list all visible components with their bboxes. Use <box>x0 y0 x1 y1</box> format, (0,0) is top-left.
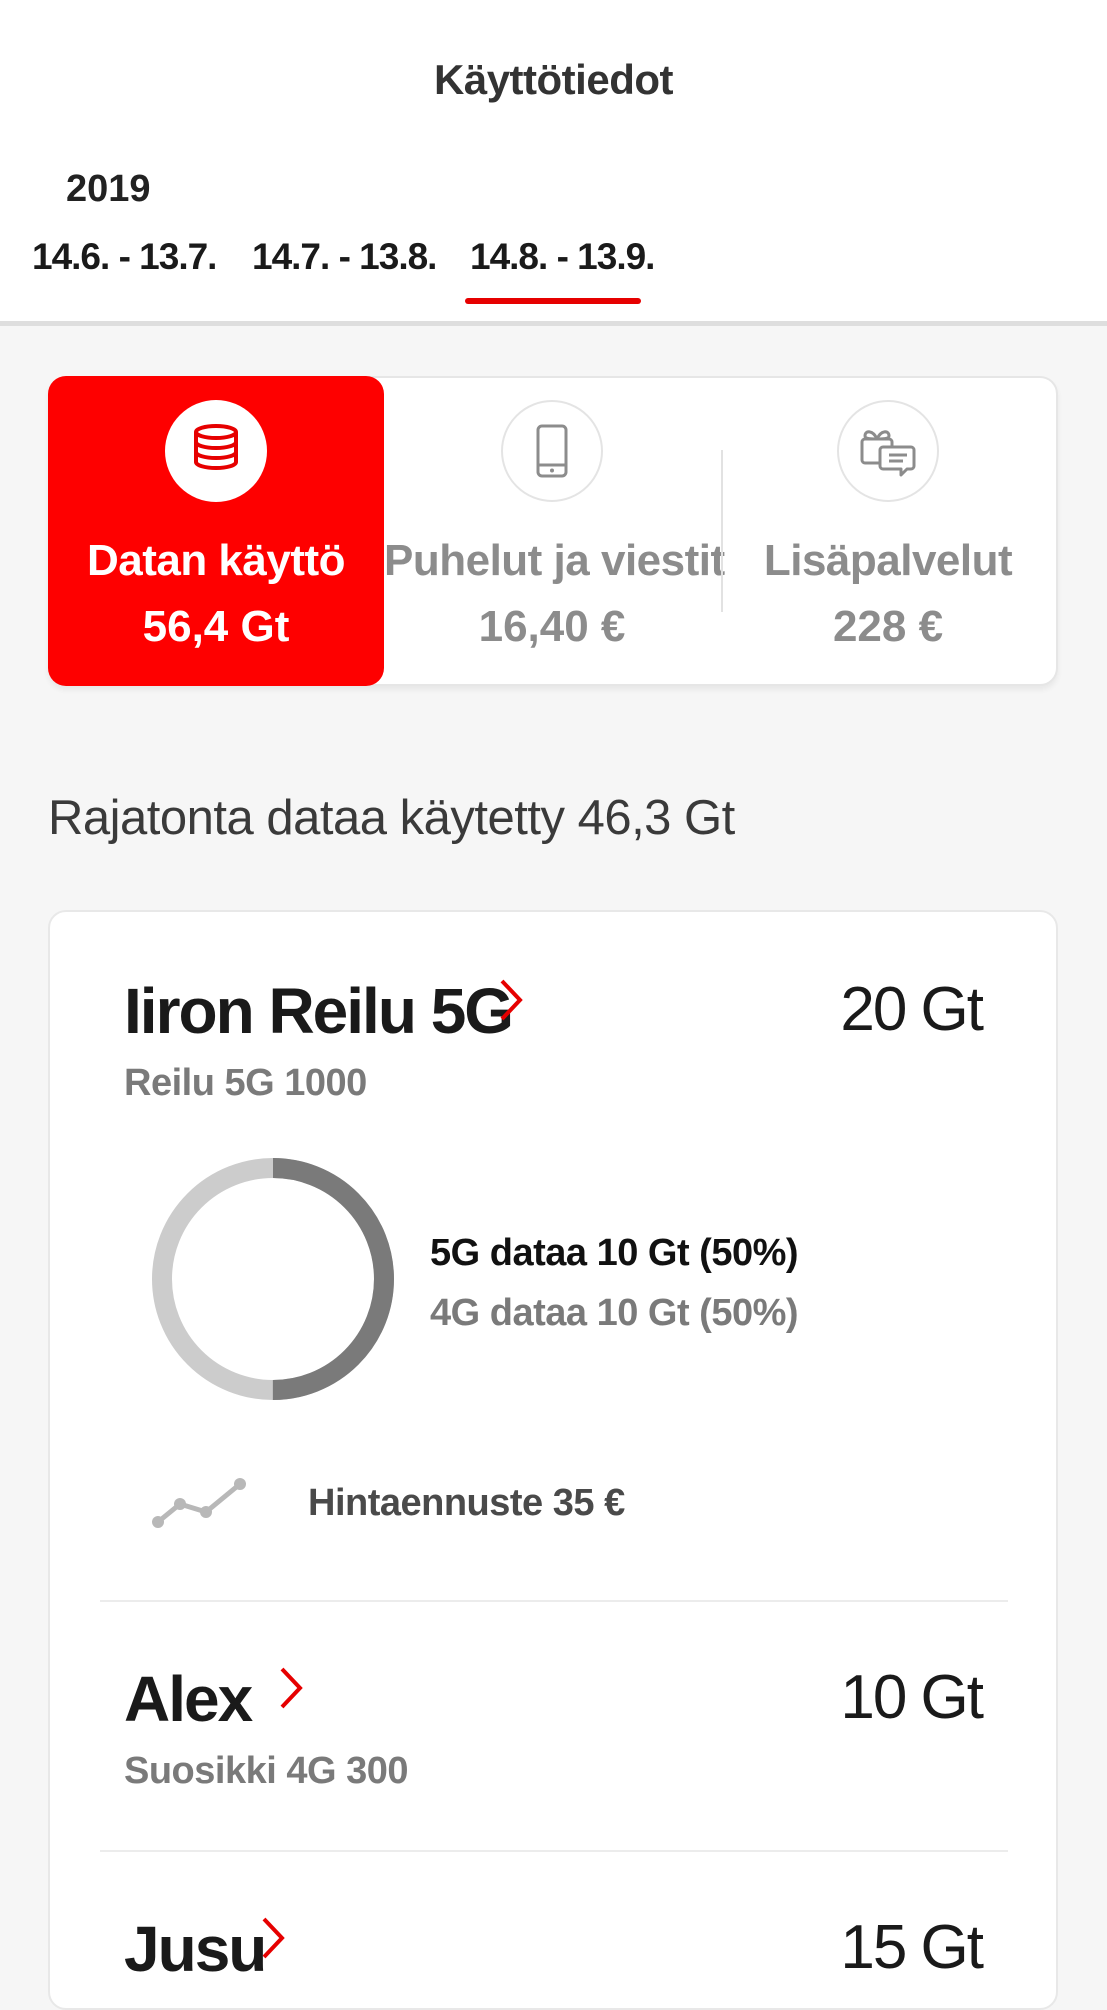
selected-tab-indicator <box>465 298 641 304</box>
category-label: Puhelut ja viestit <box>384 536 725 585</box>
gift-chat-icon <box>837 400 939 502</box>
subscription-name-link[interactable]: Jusu <box>124 1912 267 1986</box>
tab-period-jun-jul[interactable]: 14.6. - 13.7. <box>32 236 217 278</box>
phone-icon <box>501 400 603 502</box>
chevron-right-icon[interactable] <box>498 976 524 1036</box>
subscription-plan: Reilu 5G 1000 <box>124 1062 367 1104</box>
category-extra-services[interactable]: Lisäpalvelut 228 € <box>720 376 1056 686</box>
subscription-name-link[interactable]: Alex <box>124 1662 253 1736</box>
category-value: 16,40 € <box>478 602 626 651</box>
page-title: Käyttötiedot <box>434 56 674 103</box>
chevron-right-icon[interactable] <box>278 1664 304 1724</box>
database-icon <box>165 400 267 502</box>
chevron-right-icon[interactable] <box>260 1914 286 1974</box>
app-header: Käyttötiedot 2019 14.6. - 13.7. 14.7. - … <box>0 0 1107 326</box>
category-label: Lisäpalvelut <box>763 536 1013 585</box>
row-divider <box>100 1600 1008 1602</box>
data-split-donut <box>152 1158 394 1400</box>
subscription-amount: 15 Gt <box>840 1913 984 1982</box>
legend-5g-data: 5G dataa 10 Gt (50%) <box>430 1232 799 1274</box>
category-value: 228 € <box>832 602 944 651</box>
year-label: 2019 <box>66 168 151 210</box>
subscription-list: Iiron Reilu 5G 20 Gt Reilu 5G 1000 5G da… <box>48 910 1058 2010</box>
tab-period-aug-sep[interactable]: 14.8. - 13.9. <box>470 236 655 278</box>
price-forecast: Hintaennuste 35 € <box>308 1482 625 1524</box>
subscription-amount: 10 Gt <box>840 1663 984 1732</box>
subscription-plan: Suosikki 4G 300 <box>124 1750 409 1792</box>
legend-4g-data: 4G dataa 10 Gt (50%) <box>430 1292 799 1334</box>
usage-category-selector: Datan käyttö 56,4 Gt Puhelut ja viestit … <box>48 376 1058 686</box>
category-value: 56,4 Gt <box>142 602 290 651</box>
unlimited-data-summary: Rajatonta dataa käytetty 46,3 Gt <box>48 791 735 845</box>
row-divider <box>100 1850 1008 1852</box>
category-label: Datan käyttö <box>86 536 346 585</box>
category-data-usage[interactable]: Datan käyttö 56,4 Gt <box>48 376 384 686</box>
tab-period-jul-aug[interactable]: 14.7. - 13.8. <box>252 236 437 278</box>
category-calls-messages[interactable]: Puhelut ja viestit 16,40 € <box>384 376 725 686</box>
subscription-amount: 20 Gt <box>840 975 984 1044</box>
trend-line-icon <box>152 1478 246 1528</box>
subscription-name-link[interactable]: Iiron Reilu 5G <box>124 974 514 1048</box>
